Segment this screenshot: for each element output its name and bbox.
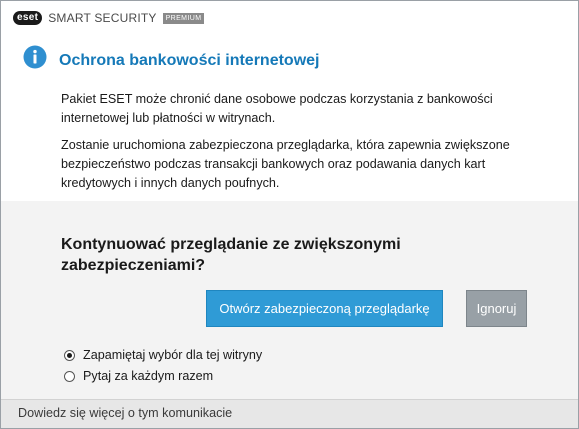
dialog-title: Ochrona bankowości internetowej (59, 52, 320, 69)
footer-bar: Dowiedz się więcej o tym komunikacie (1, 399, 578, 428)
edition-badge: PREMIUM (162, 12, 205, 24)
info-icon (23, 45, 47, 69)
remember-choice-label: Zapamiętaj wybór dla tej witryny (83, 348, 263, 362)
eset-dialog-window: eset SMART SECURITY PREMIUM Ochrona bank… (0, 0, 579, 429)
radio-button-selected[interactable] (64, 349, 75, 361)
learn-more-link[interactable]: Dowiedz się więcej o tym komunikacie (18, 406, 232, 420)
product-name: SMART SECURITY (48, 11, 157, 25)
ignore-button[interactable]: Ignoruj (466, 290, 527, 327)
ask-every-time-option[interactable]: Pytaj za każdym razem (64, 369, 213, 383)
description-paragraph-1: Pakiet ESET może chronić dane osobowe po… (61, 92, 493, 125)
eset-brand-badge: eset (13, 11, 43, 25)
eset-logo: eset SMART SECURITY PREMIUM (13, 11, 205, 25)
radio-button-unselected[interactable] (64, 370, 75, 382)
open-secure-browser-button[interactable]: Otwórz zabezpieczoną przeglądarkę (206, 290, 443, 327)
title-bar: eset SMART SECURITY PREMIUM (1, 1, 578, 33)
remember-choice-option[interactable]: Zapamiętaj wybór dla tej witryny (64, 348, 262, 362)
ask-every-time-label: Pytaj za każdym razem (83, 369, 214, 383)
question-text: Kontynuować przeglądanie ze zwiększonymi… (61, 236, 401, 274)
description-paragraph-2: Zostanie uruchomiona zabezpieczona przeg… (61, 138, 510, 190)
